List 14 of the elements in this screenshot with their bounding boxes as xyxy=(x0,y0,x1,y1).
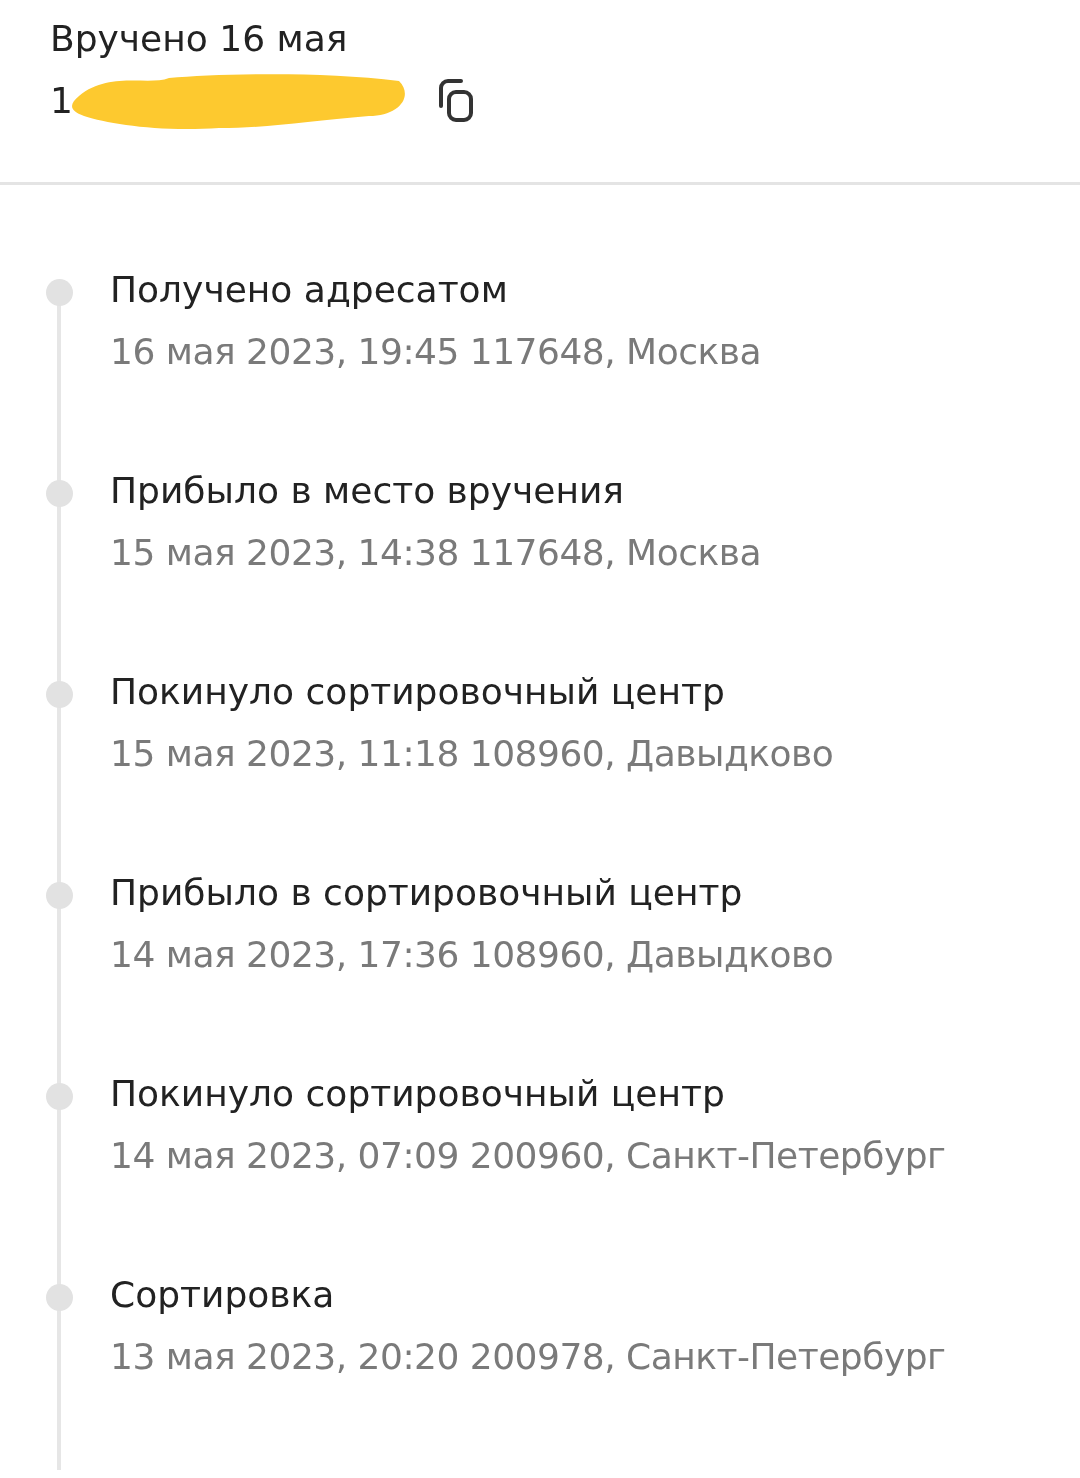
event-title: Прибыло в сортировочный центр xyxy=(110,871,744,915)
event-details: 15 мая 2023, 14:38 117648, Москва xyxy=(110,531,762,575)
event-details: 13 мая 2023, 20:20 200978, Санкт-Петербург xyxy=(110,1335,947,1379)
delivery-status-title: Вручено 16 мая xyxy=(50,17,349,61)
event-details: 16 мая 2023, 19:45 117648, Москва xyxy=(110,330,762,374)
event-title: Покинуло сортировочный центр xyxy=(110,1072,726,1116)
event-details: 14 мая 2023, 17:36 108960, Давыдково xyxy=(110,933,835,977)
event-title: Получено адресатом xyxy=(110,268,509,312)
event-title: Покинуло сортировочный центр xyxy=(110,670,726,714)
event-title: Прибыло в место вручения xyxy=(110,469,625,513)
event-details: 15 мая 2023, 11:18 108960, Давыдково xyxy=(110,732,835,776)
tracking-number: 1 xyxy=(50,79,73,123)
event-title: Сортировка xyxy=(110,1273,336,1317)
event-details: 14 мая 2023, 07:09 200960, Санкт-Петербург xyxy=(110,1134,947,1178)
